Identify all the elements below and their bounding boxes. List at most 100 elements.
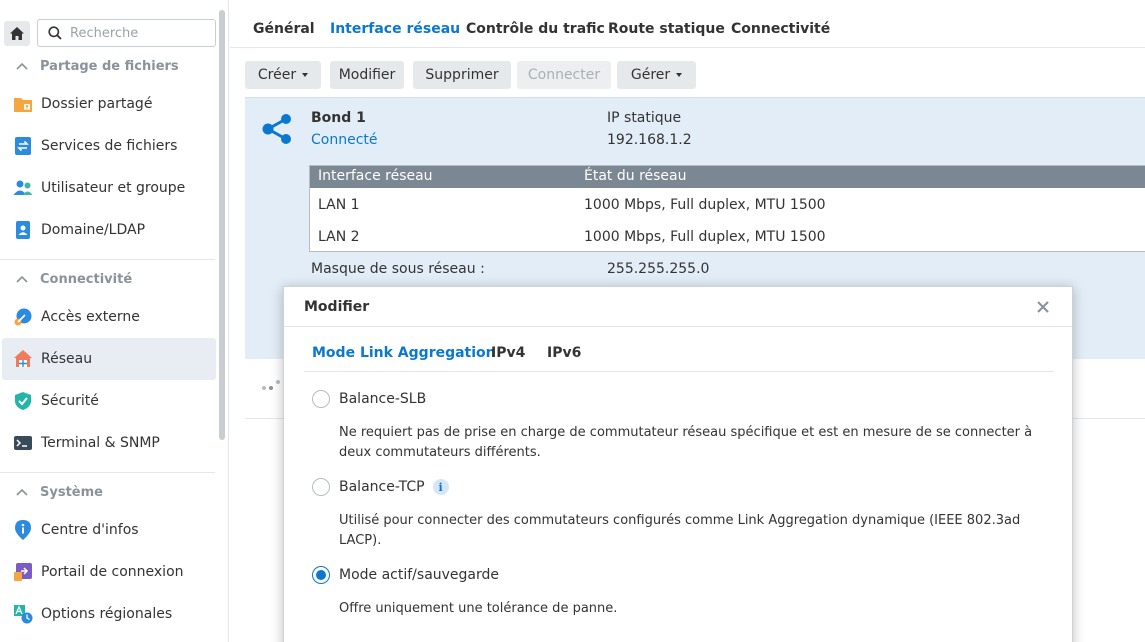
section-connectivity[interactable]: Connectivité — [0, 265, 215, 293]
section-file-sharing[interactable]: Partage de fichiers — [0, 52, 215, 80]
home-icon — [10, 27, 24, 40]
interface-table: Interface réseau État du réseau LAN 1 10… — [309, 165, 1145, 252]
interface-cell: LAN 2 — [318, 229, 360, 245]
tab-static-route[interactable]: Route statique — [608, 21, 725, 37]
sidebar-item-info-center[interactable]: Centre d'infos — [2, 509, 216, 551]
status-cell: 1000 Mbps, Full duplex, MTU 1500 — [584, 229, 826, 245]
tab-ipv6[interactable]: IPv6 — [547, 345, 581, 361]
sidebar-item-regional-options[interactable]: Options régionales — [2, 593, 216, 635]
tab-general[interactable]: Général — [253, 21, 315, 37]
subnet-mask-value: 255.255.255.0 — [607, 261, 710, 277]
create-button[interactable]: Créer — [245, 61, 321, 89]
tab-connectivity[interactable]: Connectivité — [731, 21, 830, 37]
file-services-icon — [13, 136, 33, 156]
option-description: Offre uniquement une tolérance de panne. — [339, 601, 618, 616]
chevron-up-icon — [16, 62, 28, 70]
section-title: Connectivité — [40, 271, 133, 287]
sidebar: Partage de fichiers Dossier partagé Serv… — [0, 0, 229, 642]
tab-link-aggregation[interactable]: Mode Link Aggregation — [312, 345, 496, 361]
option-balance-slb[interactable]: Balance-SLB — [312, 390, 426, 408]
sidebar-item-label: Centre d'infos — [41, 522, 139, 538]
info-icon[interactable]: i — [432, 479, 449, 495]
tab-underline — [304, 371, 1054, 372]
close-icon[interactable] — [1034, 298, 1052, 316]
sidebar-item-domain-ldap[interactable]: Domaine/LDAP — [2, 209, 216, 251]
option-label: Mode actif/sauvegarde — [339, 567, 500, 583]
section-divider — [0, 472, 215, 473]
search-icon — [48, 26, 62, 40]
sidebar-item-terminal-snmp[interactable]: Terminal & SNMP — [2, 422, 216, 464]
sidebar-scrollbar[interactable] — [219, 10, 225, 440]
manage-button-label: Gérer — [630, 67, 671, 83]
sidebar-item-label: Réseau — [41, 351, 93, 367]
chevron-up-icon — [16, 488, 28, 496]
sidebar-item-label: Services de fichiers — [41, 138, 178, 154]
section-title: Système — [40, 484, 103, 500]
login-portal-icon — [13, 562, 33, 582]
section-title: Partage de fichiers — [40, 58, 179, 74]
radio-button[interactable] — [312, 390, 330, 408]
option-label: Balance-SLB — [339, 391, 427, 407]
table-header: Interface réseau État du réseau — [310, 166, 1145, 188]
radio-button[interactable] — [312, 478, 330, 496]
home-button[interactable] — [4, 21, 30, 46]
user-group-icon — [13, 178, 33, 198]
manage-button[interactable]: Gérer — [617, 61, 696, 89]
option-description: Utilisé pour connecter des commutateurs … — [339, 513, 1021, 548]
connect-button-label: Connecter — [527, 67, 601, 83]
modify-button-label: Modifier — [338, 67, 396, 83]
dialog-title: Modifier — [304, 299, 370, 315]
tab-ipv4[interactable]: IPv4 — [491, 345, 525, 361]
table-row[interactable]: LAN 2 1000 Mbps, Full duplex, MTU 1500 — [310, 220, 1145, 252]
caret-down-icon — [302, 73, 309, 77]
connect-button[interactable]: Connecter — [517, 61, 611, 89]
section-divider — [0, 259, 215, 260]
search-input[interactable] — [70, 25, 200, 41]
radio-button-selected[interactable] — [312, 566, 330, 584]
network-icon — [13, 349, 33, 369]
sidebar-item-file-services[interactable]: Services de fichiers — [2, 125, 216, 167]
option-balance-tcp[interactable]: Balance-TCP i — [312, 478, 449, 496]
option-active-backup[interactable]: Mode actif/sauvegarde — [312, 566, 499, 584]
tab-bar: Général Interface réseau Contrôle du tra… — [230, 0, 1145, 48]
sidebar-item-label: Sécurité — [41, 393, 99, 409]
modify-button[interactable]: Modifier — [330, 61, 404, 89]
sidebar-item-label: Portail de connexion — [41, 564, 184, 580]
search-box[interactable] — [37, 19, 216, 47]
status-cell: 1000 Mbps, Full duplex, MTU 1500 — [584, 197, 826, 213]
info-center-icon — [13, 520, 33, 540]
delete-button-label: Supprimer — [425, 67, 499, 83]
bond-name: Bond 1 — [311, 110, 366, 126]
ip-mode: IP statique — [607, 110, 682, 126]
option-description: Ne requiert pas de prise en charge de co… — [339, 425, 1033, 460]
subnet-mask-label: Masque de sous réseau : — [311, 261, 485, 277]
sidebar-item-login-portal[interactable]: Portail de connexion — [2, 551, 216, 593]
modify-dialog: Modifier Mode Link Aggregation IPv4 IPv6… — [283, 286, 1073, 642]
bond-status: Connecté — [311, 132, 378, 148]
dialog-separator — [284, 326, 1072, 327]
column-header: État du réseau — [584, 168, 687, 184]
caret-down-icon — [676, 73, 683, 77]
regional-options-icon — [13, 604, 33, 624]
sidebar-item-label: Terminal & SNMP — [41, 435, 160, 451]
table-row[interactable]: LAN 1 1000 Mbps, Full duplex, MTU 1500 — [310, 188, 1145, 220]
sidebar-item-label: Domaine/LDAP — [41, 222, 146, 238]
tab-network-interface[interactable]: Interface réseau — [330, 21, 460, 37]
external-access-icon — [13, 307, 33, 327]
sidebar-item-network[interactable]: Réseau — [2, 338, 216, 380]
option-label: Balance-TCP — [339, 479, 425, 495]
delete-button[interactable]: Supprimer — [413, 61, 511, 89]
sidebar-item-user-group[interactable]: Utilisateur et groupe — [2, 167, 216, 209]
sidebar-item-security[interactable]: Sécurité — [2, 380, 216, 422]
domain-ldap-icon — [13, 220, 33, 240]
tab-traffic-control[interactable]: Contrôle du trafic — [466, 21, 605, 37]
ip-address: 192.168.1.2 — [607, 132, 692, 148]
create-button-label: Créer — [257, 67, 297, 83]
section-system[interactable]: Système — [0, 478, 215, 506]
share-network-icon — [262, 114, 291, 144]
terminal-icon — [13, 433, 33, 453]
shared-folder-icon — [13, 94, 33, 114]
sidebar-item-shared-folder[interactable]: Dossier partagé — [2, 83, 216, 125]
sidebar-item-external-access[interactable]: Accès externe — [2, 296, 216, 338]
security-shield-icon — [13, 391, 33, 411]
